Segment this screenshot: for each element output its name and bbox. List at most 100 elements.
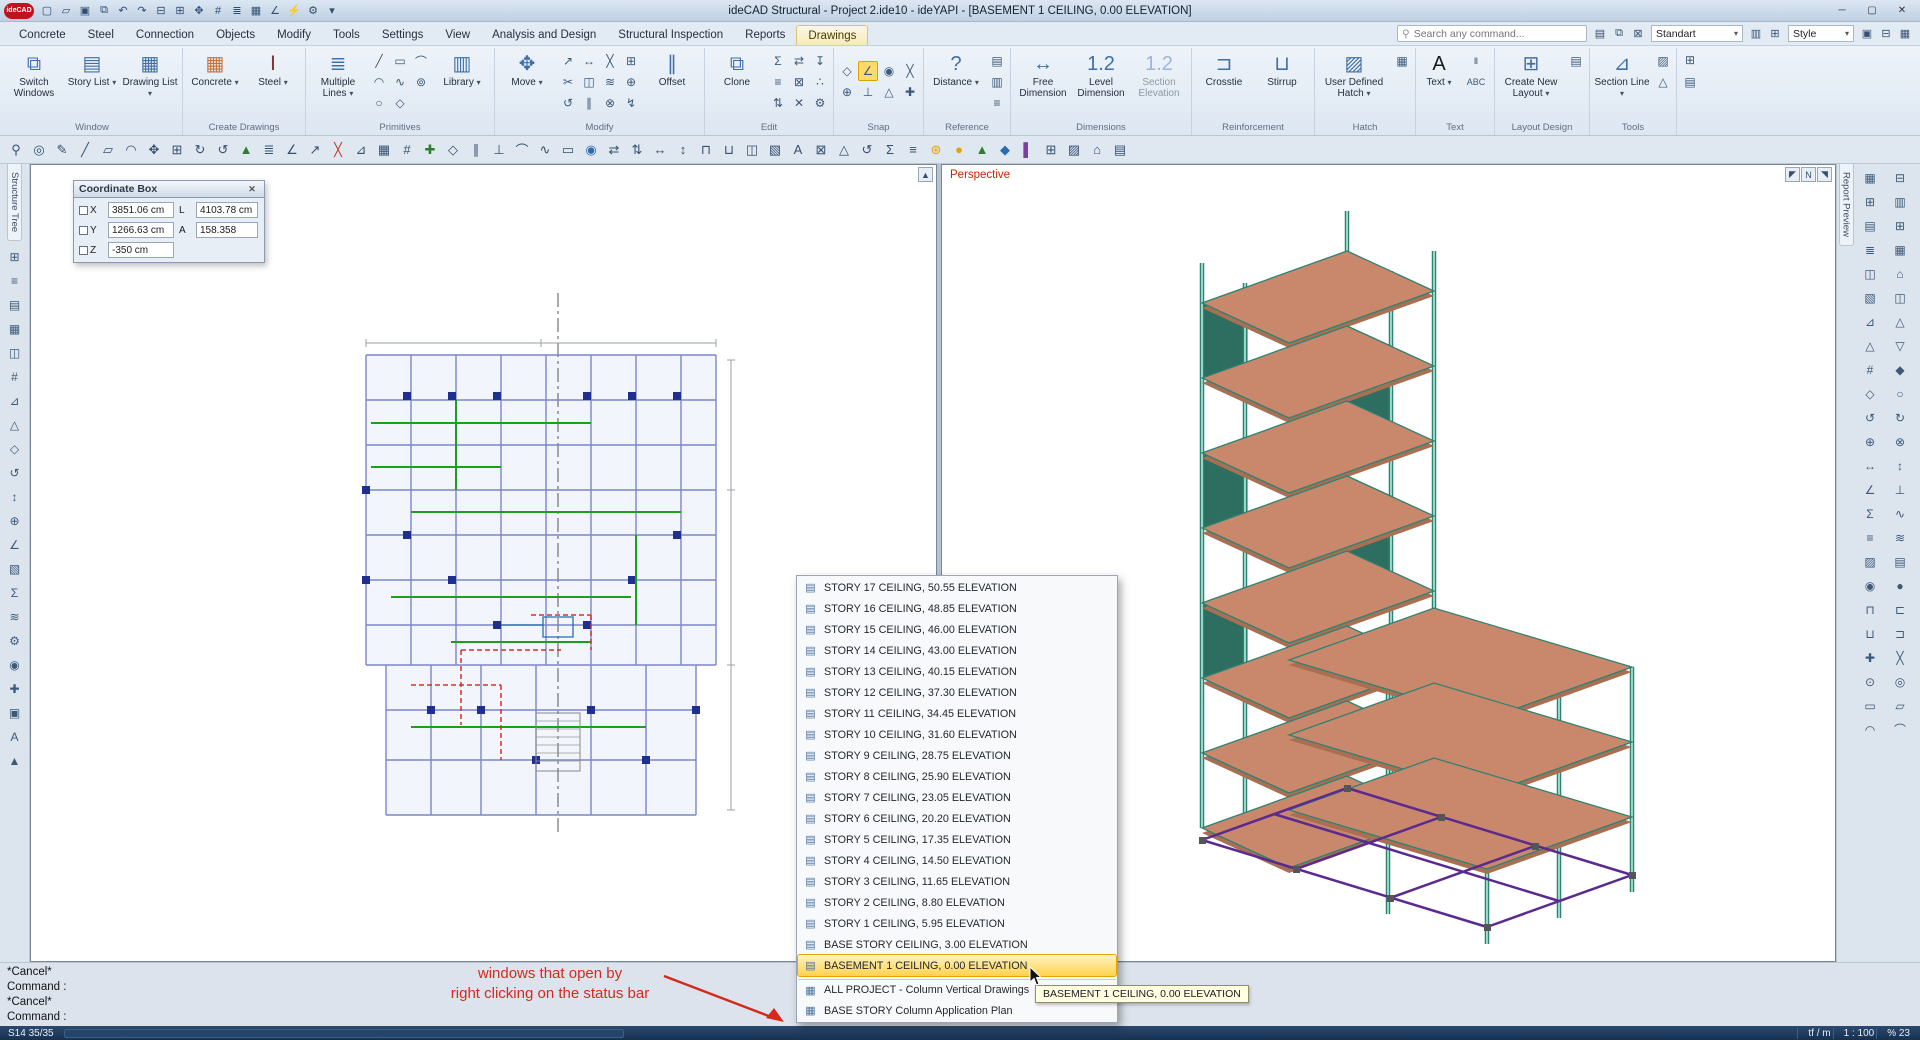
structure-tree-tab[interactable]: Structure Tree [7, 164, 22, 241]
story-menu-item[interactable]: ▤ BASE STORY CEILING, 3.00 ELEVATION [798, 934, 1116, 955]
minimize-button[interactable]: ─ [1828, 2, 1856, 20]
ribbon-small-icon[interactable]: ◫ [579, 72, 599, 92]
panel-icon[interactable]: # [1858, 358, 1882, 381]
ribbon-small-icon[interactable]: ◇ [390, 93, 410, 113]
ribbon-small-icon[interactable]: Σ [768, 51, 788, 71]
story-menu-item[interactable]: ▤ STORY 4 CEILING, 14.50 ELEVATION [798, 850, 1116, 871]
toolbar-icon[interactable]: ⊥ [488, 139, 510, 161]
panel-icon[interactable]: ▦ [3, 317, 27, 340]
ribbon-button[interactable]: Ⅰ Steel ▾ [244, 49, 302, 115]
story-menu-item[interactable]: ▤ STORY 13 CEILING, 40.15 ELEVATION [798, 661, 1116, 682]
panel-icon[interactable]: ◉ [1858, 574, 1882, 597]
panel-icon[interactable]: ↕ [1888, 454, 1912, 477]
ribbon-small-icon[interactable]: ⇅ [768, 93, 788, 113]
panel-icon[interactable]: ▧ [1858, 286, 1882, 309]
ribbon-small-icon[interactable]: ⌒ [411, 51, 431, 71]
toolbar-icon[interactable]: # [396, 139, 418, 161]
toolbar-icon[interactable]: ▭ [557, 139, 579, 161]
toolbar-mini-icon[interactable]: ▤ [1591, 25, 1609, 42]
ribbon-button[interactable]: ∥ Offset ▾ [643, 49, 701, 115]
quick-access-icon[interactable]: # [209, 2, 227, 20]
panel-icon[interactable]: △ [1888, 310, 1912, 333]
panel-icon[interactable]: ◇ [1858, 382, 1882, 405]
toolbar-mini-icon[interactable]: ⊞ [1766, 25, 1784, 42]
panel-icon[interactable]: ↕ [3, 485, 27, 508]
story-menu-item[interactable]: ▤ STORY 11 CEILING, 34.45 ELEVATION [798, 703, 1116, 724]
ribbon-small-icon[interactable]: ▤ [1566, 51, 1586, 71]
panel-icon[interactable]: ∠ [3, 533, 27, 556]
ribbon-small-icon[interactable]: ⊗ [600, 93, 620, 113]
ribbon-small-icon[interactable]: ◇ [837, 61, 857, 81]
panel-icon[interactable]: ✚ [3, 677, 27, 700]
panel-icon[interactable]: ○ [1888, 382, 1912, 405]
story-menu-item[interactable]: ▤ STORY 1 CEILING, 5.95 ELEVATION [798, 913, 1116, 934]
ribbon-button[interactable]: ⊞ Create New Layout ▾ [1498, 49, 1564, 115]
story-menu-item[interactable]: ▤ STORY 3 CEILING, 11.65 ELEVATION [798, 871, 1116, 892]
toolbar-mini-icon[interactable]: ▥ [1747, 25, 1765, 42]
toolbar-mini-icon[interactable]: ⧉ [1610, 25, 1628, 42]
panel-icon[interactable]: ▨ [1858, 550, 1882, 573]
ribbon-small-icon[interactable]: ╳ [900, 61, 920, 81]
panel-icon[interactable]: Σ [3, 581, 27, 604]
toolbar-icon[interactable]: ▦ [373, 139, 395, 161]
ribbon-small-icon[interactable]: ↯ [621, 93, 641, 113]
ribbon-small-icon[interactable]: ≡ [768, 72, 788, 92]
ribbon-small-icon[interactable]: ╳ [600, 51, 620, 71]
toolbar-icon[interactable]: ⌂ [1086, 139, 1108, 161]
panel-icon[interactable]: ⊕ [1858, 430, 1882, 453]
ribbon-button[interactable]: 1.2 Level Dimension ▾ [1072, 49, 1130, 115]
panel-icon[interactable]: ⊗ [1888, 430, 1912, 453]
quick-access-icon[interactable]: ∠ [266, 2, 284, 20]
toolbar-icon[interactable]: Σ [879, 139, 901, 161]
ribbon-small-icon[interactable]: ∴ [810, 72, 830, 92]
ribbon-button[interactable]: 1.2 Section Elevation ▾ [1130, 49, 1188, 115]
ribbon-tab[interactable]: Structural Inspection [607, 25, 734, 45]
report-preview-tab[interactable]: Report Preview [1839, 164, 1854, 246]
panel-icon[interactable]: ▦ [1858, 166, 1882, 189]
story-menu-item[interactable]: ▤ STORY 14 CEILING, 43.00 ELEVATION [798, 640, 1116, 661]
ribbon-tab[interactable]: Settings [371, 25, 435, 45]
ribbon-small-icon[interactable]: ✂ [558, 72, 578, 92]
ribbon-button[interactable]: ≣ Multiple Lines ▾ [309, 49, 367, 115]
viewport-collapse-button[interactable]: ▲ [918, 167, 933, 182]
ribbon-small-icon[interactable]: ▥ [987, 72, 1007, 92]
ribbon-small-icon[interactable]: ≡ [987, 93, 1007, 113]
ribbon-small-icon[interactable]: ▤ [1680, 72, 1700, 92]
y-lock-checkbox[interactable] [79, 226, 88, 235]
panel-icon[interactable]: ▥ [1888, 190, 1912, 213]
toolbar-icon[interactable]: A [787, 139, 809, 161]
toolbar-icon[interactable]: ⌒ [511, 139, 533, 161]
ribbon-small-icon[interactable]: ∿ [390, 72, 410, 92]
toolbar-icon[interactable]: ∿ [534, 139, 556, 161]
story-menu-item[interactable]: ▤ STORY 17 CEILING, 50.55 ELEVATION [798, 577, 1116, 598]
status-item[interactable]: % 23 [1876, 1028, 1912, 1039]
quick-access-icon[interactable]: ≣ [228, 2, 246, 20]
toolbar-icon[interactable]: ⊠ [810, 139, 832, 161]
ribbon-tab[interactable]: Objects [205, 25, 266, 45]
panel-icon[interactable]: ▲ [3, 749, 27, 772]
panel-icon[interactable]: ◉ [3, 653, 27, 676]
quick-access-icon[interactable]: ⧉ [95, 2, 113, 20]
toolbar-icon[interactable]: ↺ [212, 139, 234, 161]
story-menu-item[interactable]: ▤ STORY 10 CEILING, 31.60 ELEVATION [798, 724, 1116, 745]
panel-icon[interactable]: ✚ [1858, 646, 1882, 669]
panel-icon[interactable]: ▧ [3, 557, 27, 580]
panel-icon[interactable]: ≣ [1858, 238, 1882, 261]
x-lock-checkbox[interactable] [79, 206, 88, 215]
ribbon-button[interactable]: ▦ Drawing List ▾ [121, 49, 179, 115]
panel-icon[interactable]: # [3, 365, 27, 388]
panel-icon[interactable]: ⊏ [1888, 598, 1912, 621]
angle-field[interactable]: 158.358 [196, 222, 258, 238]
panel-icon[interactable]: △ [3, 413, 27, 436]
panel-icon[interactable]: ⌂ [1888, 262, 1912, 285]
ribbon-small-icon[interactable]: ○ [369, 93, 389, 113]
quick-access-icon[interactable]: ⊟ [152, 2, 170, 20]
panel-icon[interactable]: ▤ [1858, 214, 1882, 237]
ribbon-small-icon[interactable]: ∠ [858, 61, 878, 81]
toolbar-icon[interactable]: ≣ [258, 139, 280, 161]
status-command-strip[interactable] [64, 1029, 624, 1038]
toolbar-icon[interactable]: ⇅ [626, 139, 648, 161]
ribbon-tab[interactable]: Concrete [8, 25, 77, 45]
ribbon-small-icon[interactable]: ⚙ [810, 93, 830, 113]
ribbon-tab[interactable]: Modify [266, 25, 322, 45]
